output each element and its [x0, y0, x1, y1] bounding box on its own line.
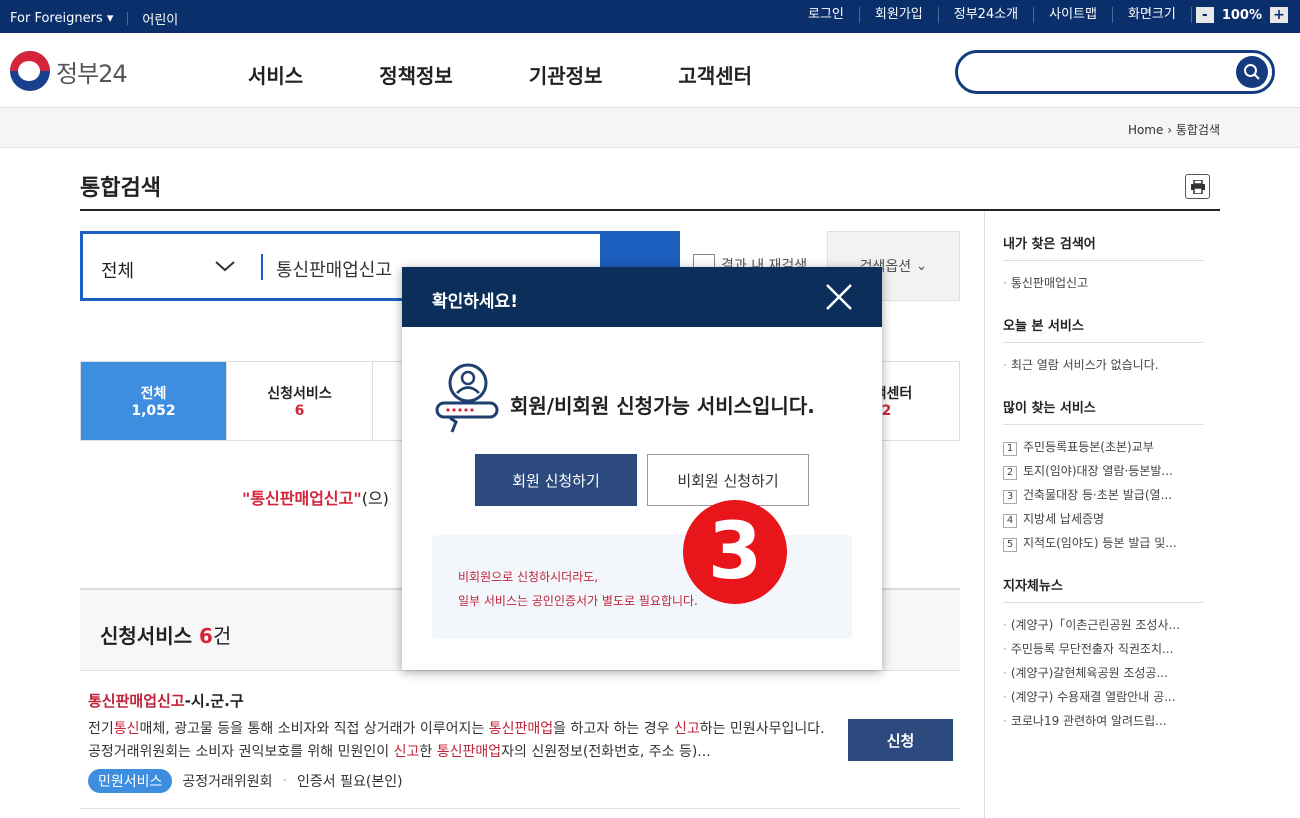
tab-all[interactable]: 전체 1,052 — [81, 362, 227, 440]
title-divider — [80, 209, 1220, 211]
printer-icon — [1190, 179, 1205, 194]
search-icon — [1244, 64, 1260, 80]
about-link[interactable]: 정부24소개 — [939, 7, 1035, 23]
top-utility-bar: For Foreigners ▾ 어린이 로그인 회원가입 정부24소개 사이트… — [0, 0, 1300, 33]
sitemap-link[interactable]: 사이트맵 — [1034, 7, 1113, 23]
tab-count: 2 — [881, 403, 892, 419]
result-item-title[interactable]: 통신판매업신고-시.군.구 — [88, 690, 244, 711]
zoom-out-button[interactable]: - — [1195, 7, 1214, 23]
result-message: "통신판매업신고"(으) — [242, 485, 389, 509]
breadcrumb-current: 통합검색 — [1175, 123, 1220, 137]
apply-button[interactable]: 신청 — [848, 719, 953, 761]
news-item[interactable]: (계양구)「이촌근린공원 조성사... — [1003, 613, 1203, 637]
zoom-in-button[interactable]: + — [1270, 7, 1288, 23]
nav-agency[interactable]: 기관정보 — [529, 60, 603, 89]
user-id-card-icon — [435, 363, 499, 433]
service-type-badge: 민원서비스 — [88, 769, 173, 793]
right-sidebar: 내가 찾은 검색어 통신판매업신고 오늘 본 서비스 최근 열람 서비스가 없습… — [1003, 233, 1203, 753]
sidebar-divider — [984, 211, 985, 818]
tab-label: 전체 — [140, 386, 167, 402]
close-icon[interactable] — [826, 284, 852, 310]
org-name: 공정거래위원회 — [182, 774, 273, 790]
local-news-title: 지자체뉴스 — [1003, 575, 1203, 603]
tab-label: 신청서비스 — [267, 386, 332, 402]
recent-search-title: 내가 찾은 검색어 — [1003, 233, 1203, 261]
nav-policy[interactable]: 정책정보 — [379, 60, 453, 89]
step-number-badge: 3 — [683, 500, 787, 604]
header-search-input[interactable] — [955, 50, 1275, 94]
print-button[interactable] — [1185, 174, 1210, 199]
nav-customer[interactable]: 고객센터 — [678, 60, 752, 89]
global-nav: 서비스 정책정보 기관정보 고객센터 — [248, 60, 752, 89]
result-item-description: 전기통신매체, 광고물 등을 통해 소비자와 직접 상거래가 이루어지는 통신판… — [88, 721, 825, 760]
divider — [261, 254, 263, 280]
chevron-right-icon: › — [1167, 123, 1176, 137]
signup-link[interactable]: 회원가입 — [860, 7, 939, 23]
popular-item[interactable]: 5 지적도(임야도) 등본 발급 및... — [1003, 531, 1203, 555]
result-term: "통신판매업신고" — [242, 489, 362, 508]
breadcrumb-home[interactable]: Home — [1128, 123, 1163, 137]
section-count: 6 — [198, 624, 213, 648]
title-highlight: 통신판매업신고 — [88, 692, 185, 710]
modal-header: 확인하세요! — [402, 267, 882, 327]
tab-apply-services[interactable]: 신청서비스 6 — [227, 362, 373, 440]
divider — [80, 808, 960, 809]
notice-line: 일부 서비스는 공인인증서가 별도로 필요합니다. — [458, 594, 698, 608]
section-unit: 건 — [212, 624, 232, 648]
title-rest: -시.군.구 — [184, 692, 244, 710]
for-foreigners-link[interactable]: For Foreigners ▾ — [10, 11, 113, 26]
zoom-value: 100% — [1221, 7, 1262, 23]
today-viewed-empty: 최근 열람 서비스가 없습니다. — [1003, 353, 1203, 377]
chevron-down-icon: ⌄ — [915, 258, 928, 274]
logo-text: 정부24 — [56, 59, 128, 88]
tab-count: 6 — [294, 403, 305, 419]
news-item[interactable]: (계양구)갈현체육공원 조성공... — [1003, 661, 1203, 685]
popular-item[interactable]: 1 주민등록표등본(초본)교부 — [1003, 435, 1203, 459]
breadcrumb: Home › 통합검색 — [1128, 121, 1220, 138]
today-viewed-title: 오늘 본 서비스 — [1003, 315, 1203, 343]
news-item[interactable]: 주민등록 무단전출자 직권조치... — [1003, 637, 1203, 661]
breadcrumb-bar: Home › 통합검색 — [0, 108, 1300, 148]
divider — [127, 12, 129, 25]
notice-line: 비회원으로 신청하시더라도, — [458, 570, 599, 584]
divider: · — [282, 773, 288, 789]
category-select[interactable]: 전체 — [101, 257, 134, 283]
page-title: 통합검색 — [80, 176, 161, 201]
kids-link[interactable]: 어린이 — [142, 9, 178, 28]
chevron-down-icon[interactable] — [213, 254, 237, 278]
main-header: 정부24 서비스 정책정보 기관정보 고객센터 — [0, 33, 1300, 108]
site-logo[interactable]: 정부24 — [10, 51, 128, 91]
search-query-input[interactable]: 통신판매업신고 — [276, 256, 392, 282]
nav-services[interactable]: 서비스 — [248, 60, 303, 89]
result-suffix: (으) — [361, 489, 389, 508]
section-title: 신청서비스 — [100, 624, 192, 648]
login-link[interactable]: 로그인 — [793, 7, 860, 23]
screen-size-label: 화면크기 — [1113, 7, 1192, 23]
modal-title: 확인하세요! — [432, 292, 518, 312]
taegeuk-logo-icon — [10, 51, 50, 91]
popular-item[interactable]: 3 건축물대장 등·초본 발급(열... — [1003, 483, 1203, 507]
popular-services-title: 많이 찾는 서비스 — [1003, 397, 1203, 425]
news-item[interactable]: 코로나19 관련하여 알려드립... — [1003, 709, 1203, 733]
recent-search-item[interactable]: 통신판매업신고 — [1003, 271, 1203, 295]
modal-message: 회원/비회원 신청가능 서비스입니다. — [510, 394, 815, 418]
result-item-tags: 민원서비스 공정거래위원회 · 인증서 필요(본인) — [88, 769, 403, 793]
modal-notice-box: 비회원으로 신청하시더라도, 일부 서비스는 공인인증서가 별도로 필요합니다. — [432, 535, 852, 639]
header-search-button[interactable] — [1236, 56, 1268, 88]
popular-item[interactable]: 4 지방세 납세증명 — [1003, 507, 1203, 531]
news-item[interactable]: (계양구) 수용재결 열람안내 공... — [1003, 685, 1203, 709]
guest-apply-button[interactable]: 비회원 신청하기 — [647, 454, 809, 506]
zoom-control: - 100% + — [1195, 7, 1288, 23]
cert-requirement: 인증서 필요(본인) — [297, 774, 403, 790]
confirm-modal: 확인하세요! 회원/비회원 신청가능 서비스입니다. 회원 신청하기 비회원 신… — [402, 267, 882, 670]
tab-count: 1,052 — [131, 403, 176, 419]
popular-item[interactable]: 2 토지(임야)대장 열람·등본발... — [1003, 459, 1203, 483]
member-apply-button[interactable]: 회원 신청하기 — [475, 454, 637, 506]
